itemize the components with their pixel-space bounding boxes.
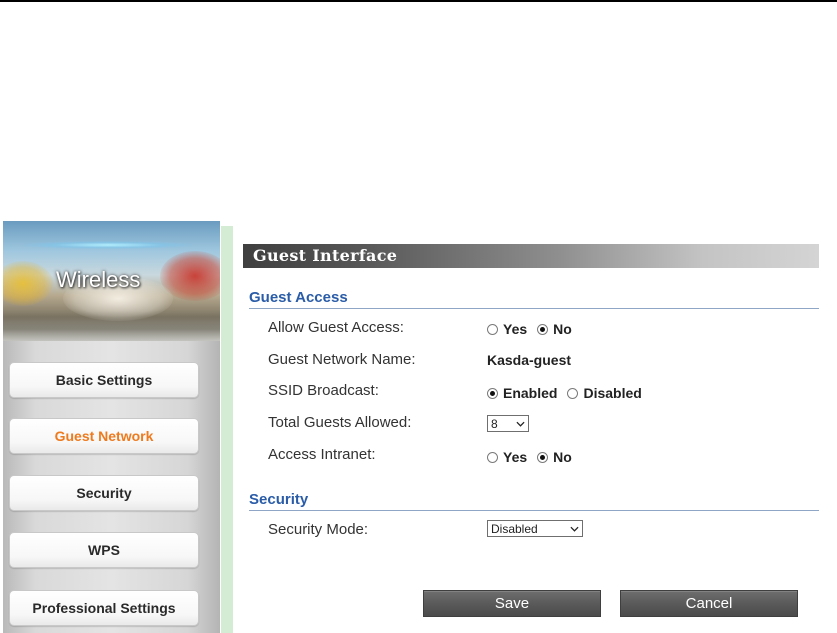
top-rule: [0, 0, 837, 2]
security-mode-label: Security Mode:: [268, 521, 369, 538]
security-mode-wrap: Disabled: [487, 520, 583, 537]
access-intranet-options: Yes No: [487, 449, 582, 465]
security-mode-select[interactable]: Disabled: [487, 520, 583, 537]
allow-guest-access-options: Yes No: [487, 321, 582, 337]
banner-decoration: [3, 261, 53, 306]
sidebar-item-guest-network[interactable]: Guest Network: [9, 418, 199, 454]
allow-guest-no-label: No: [553, 321, 572, 337]
sidebar-item-wps[interactable]: WPS: [9, 532, 199, 568]
main-panel: Guest Interface Guest Access Allow Guest…: [236, 226, 837, 633]
sidebar: Wireless Basic Settings Guest Network Se…: [3, 221, 220, 633]
wireless-banner: Wireless: [3, 221, 220, 341]
cancel-button[interactable]: Cancel: [620, 590, 798, 617]
intranet-yes-radio[interactable]: [487, 451, 498, 463]
guest-network-name-value-wrap: Kasda-guest: [487, 352, 571, 368]
ssid-disabled-radio[interactable]: [567, 387, 579, 399]
ssid-broadcast-label: SSID Broadcast:: [268, 382, 379, 399]
ssid-disabled-label: Disabled: [583, 385, 642, 401]
section-title-guest-access: Guest Access: [249, 289, 819, 309]
chevron-down-icon: [570, 526, 579, 532]
total-guests-select[interactable]: 8: [487, 415, 529, 432]
ssid-enabled-label: Enabled: [503, 385, 558, 401]
sidebar-item-basic-settings[interactable]: Basic Settings: [9, 362, 199, 398]
page-title: Guest Interface: [243, 244, 819, 268]
sidebar-item-security[interactable]: Security: [9, 475, 199, 511]
allow-guest-access-label: Allow Guest Access:: [268, 319, 404, 336]
intranet-yes-label: Yes: [503, 449, 528, 465]
access-intranet-label: Access Intranet:: [268, 446, 376, 463]
banner-glow: [23, 241, 193, 249]
save-button[interactable]: Save: [423, 590, 601, 617]
total-guests-value: 8: [491, 416, 498, 431]
intranet-no-radio[interactable]: [537, 451, 549, 463]
allow-guest-no-radio[interactable]: [537, 323, 549, 335]
total-guests-label: Total Guests Allowed:: [268, 414, 412, 431]
allow-guest-yes-radio[interactable]: [487, 323, 498, 335]
intranet-no-label: No: [553, 449, 572, 465]
section-title-security: Security: [249, 491, 819, 511]
guest-network-name-value: Kasda-guest: [487, 352, 572, 368]
guest-network-name-label: Guest Network Name:: [268, 351, 416, 368]
ssid-broadcast-options: Enabled Disabled: [487, 385, 652, 401]
banner-shade: [3, 311, 220, 341]
sidebar-item-professional-settings[interactable]: Professional Settings: [9, 590, 199, 626]
banner-title: Wireless: [56, 267, 141, 292]
content-divider: [221, 226, 233, 633]
allow-guest-yes-label: Yes: [503, 321, 528, 337]
chevron-down-icon: [516, 421, 525, 427]
security-mode-value: Disabled: [491, 521, 538, 536]
total-guests-wrap: 8: [487, 415, 529, 432]
ssid-enabled-radio[interactable]: [487, 387, 498, 399]
